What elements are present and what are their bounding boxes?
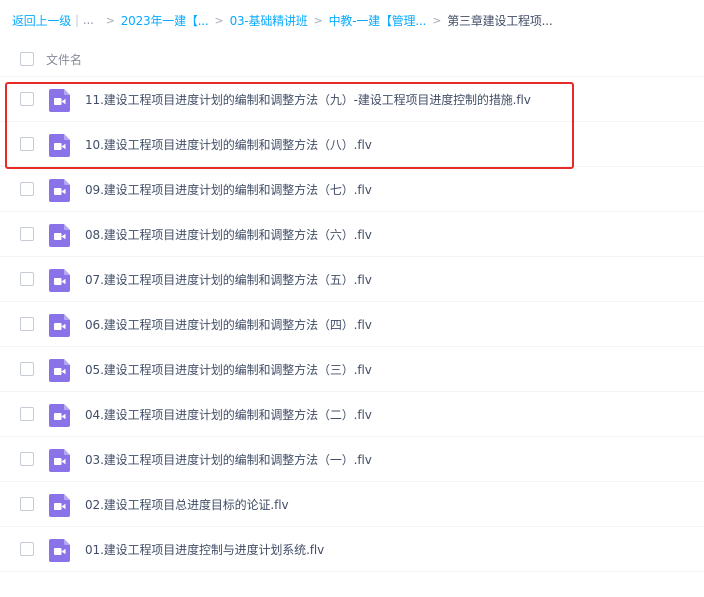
file-row[interactable]: 04.建设工程项目进度计划的编制和调整方法（二）.flv [0, 392, 704, 437]
file-name[interactable]: 05.建设工程项目进度计划的编制和调整方法（三）.flv [85, 361, 372, 378]
file-checkbox[interactable] [20, 542, 34, 556]
file-name[interactable]: 03.建设工程项目进度计划的编制和调整方法（一）.flv [85, 451, 372, 468]
file-checkbox[interactable] [20, 137, 34, 151]
breadcrumb-item-class[interactable]: 03-基础精讲班 [230, 12, 308, 29]
file-checkbox[interactable] [20, 227, 34, 241]
file-name[interactable]: 08.建设工程项目进度计划的编制和调整方法（六）.flv [85, 226, 372, 243]
file-row[interactable]: 11.建设工程项目进度计划的编制和调整方法（九）-建设工程项目进度控制的措施.f… [0, 77, 704, 122]
chevron-right-icon: > [214, 13, 224, 27]
video-file-icon [49, 134, 70, 157]
file-row[interactable]: 09.建设工程项目进度计划的编制和调整方法（七）.flv [0, 167, 704, 212]
video-file-icon [49, 224, 70, 247]
video-file-icon [49, 269, 70, 292]
file-list-header: 文件名 [0, 42, 704, 77]
breadcrumb-ellipsis[interactable]: ... [83, 13, 94, 27]
file-list: 11.建设工程项目进度计划的编制和调整方法（九）-建设工程项目进度控制的措施.f… [0, 77, 704, 572]
file-row[interactable]: 01.建设工程项目进度控制与进度计划系统.flv [0, 527, 704, 572]
video-file-icon [49, 404, 70, 427]
file-checkbox[interactable] [20, 407, 34, 421]
file-name[interactable]: 10.建设工程项目进度计划的编制和调整方法（八）.flv [85, 136, 372, 153]
filename-column-header[interactable]: 文件名 [46, 51, 82, 68]
file-row[interactable]: 05.建设工程项目进度计划的编制和调整方法（三）.flv [0, 347, 704, 392]
video-file-icon [49, 179, 70, 202]
file-checkbox[interactable] [20, 317, 34, 331]
video-file-icon [49, 539, 70, 562]
breadcrumb-divider: | [75, 13, 79, 27]
video-file-icon [49, 449, 70, 472]
breadcrumb: 返回上一级 | ... > 2023年一建【... > 03-基础精讲班 > 中… [12, 11, 553, 29]
file-name[interactable]: 04.建设工程项目进度计划的编制和调整方法（二）.flv [85, 406, 372, 423]
file-row[interactable]: 07.建设工程项目进度计划的编制和调整方法（五）.flv [0, 257, 704, 302]
file-row[interactable]: 10.建设工程项目进度计划的编制和调整方法（八）.flv [0, 122, 704, 167]
chevron-right-icon: > [313, 13, 323, 27]
file-row[interactable]: 02.建设工程项目总进度目标的论证.flv [0, 482, 704, 527]
breadcrumb-item-current: 第三章建设工程项... [447, 13, 553, 28]
file-name[interactable]: 02.建设工程项目总进度目标的论证.flv [85, 496, 289, 513]
video-file-icon [49, 314, 70, 337]
file-row[interactable]: 03.建设工程项目进度计划的编制和调整方法（一）.flv [0, 437, 704, 482]
file-checkbox[interactable] [20, 452, 34, 466]
file-row[interactable]: 06.建设工程项目进度计划的编制和调整方法（四）.flv [0, 302, 704, 347]
chevron-right-icon: > [105, 13, 115, 27]
file-checkbox[interactable] [20, 92, 34, 106]
file-checkbox[interactable] [20, 497, 34, 511]
file-name[interactable]: 09.建设工程项目进度计划的编制和调整方法（七）.flv [85, 181, 372, 198]
video-file-icon [49, 494, 70, 517]
video-file-icon [49, 89, 70, 112]
file-checkbox[interactable] [20, 272, 34, 286]
video-file-icon [49, 359, 70, 382]
file-name[interactable]: 07.建设工程项目进度计划的编制和调整方法（五）.flv [85, 271, 372, 288]
file-name[interactable]: 11.建设工程项目进度计划的编制和调整方法（九）-建设工程项目进度控制的措施.f… [85, 91, 531, 108]
file-checkbox[interactable] [20, 362, 34, 376]
select-all-checkbox[interactable] [20, 52, 34, 66]
back-link[interactable]: 返回上一级 [12, 12, 71, 29]
breadcrumb-item-course[interactable]: 中教-一建【管理... [329, 12, 427, 29]
file-checkbox[interactable] [20, 182, 34, 196]
file-name[interactable]: 06.建设工程项目进度计划的编制和调整方法（四）.flv [85, 316, 372, 333]
file-row[interactable]: 08.建设工程项目进度计划的编制和调整方法（六）.flv [0, 212, 704, 257]
breadcrumb-item-year[interactable]: 2023年一建【... [121, 12, 209, 29]
chevron-right-icon: > [432, 13, 442, 27]
file-name[interactable]: 01.建设工程项目进度控制与进度计划系统.flv [85, 541, 324, 558]
